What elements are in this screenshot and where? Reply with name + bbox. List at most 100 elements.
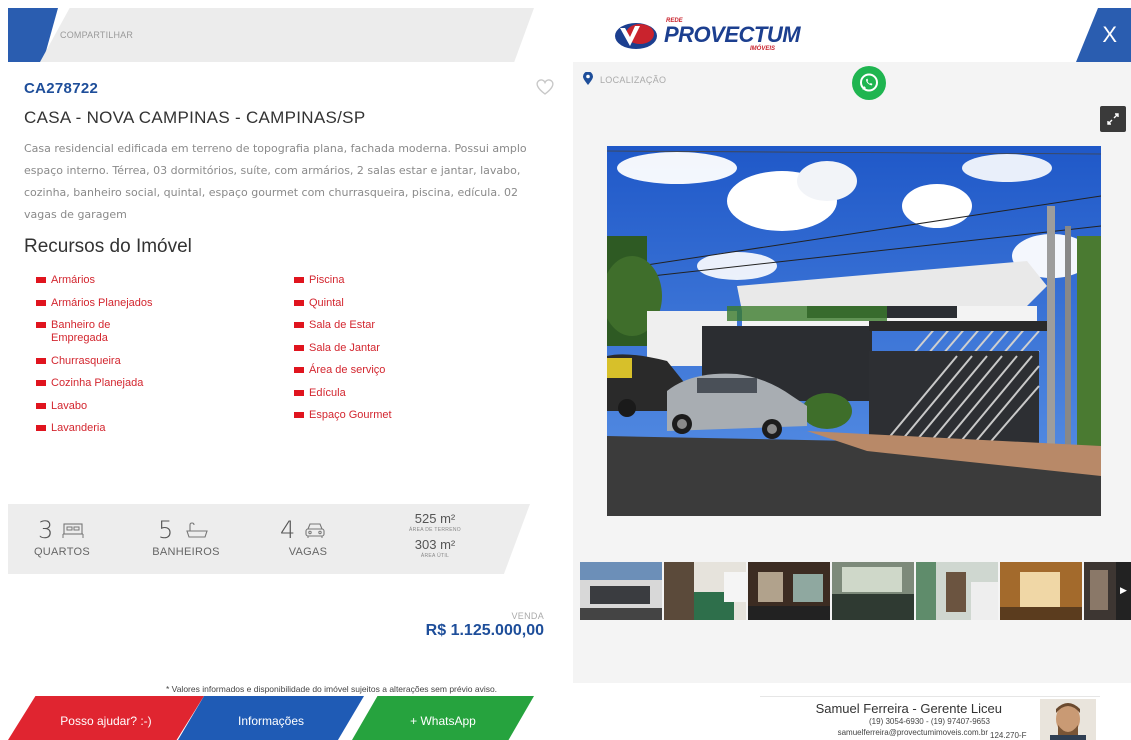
thumbnail-image — [832, 562, 914, 620]
info-button[interactable]: Informações — [178, 696, 364, 740]
bullet-icon — [36, 322, 46, 328]
features-column-2: Piscina Quintal Sala de Estar Sala de Ja… — [282, 274, 482, 432]
stat-vagas: 4 VAGAS — [278, 516, 338, 558]
agent-name: Samuel Ferreira - Gerente Liceu — [815, 701, 1002, 716]
banheiros-label: BANHEIROS — [152, 546, 220, 558]
thumbnail-image — [916, 562, 998, 620]
feature-item: Piscina — [282, 274, 482, 287]
price-type: VENDA — [511, 611, 544, 621]
stats-bar: 3 QUARTOS 5 BANHEIROS 4 VAGAS 525 m² ÁRE… — [8, 504, 530, 574]
features-column-1: Armários Armários Planejados Banheiro de… — [24, 274, 224, 445]
provectum-logo: REDE PROVECTUM IMÓVEIS — [614, 18, 801, 58]
features-title: Recursos do Imóvel — [24, 236, 192, 257]
property-code: CA278722 — [24, 80, 99, 97]
area-terreno-value: 525 m² — [414, 511, 456, 526]
agent-phones[interactable]: (19) 3054-6930 - (19) 97407-9653 — [790, 717, 990, 726]
thumbnail-image — [580, 562, 662, 620]
thumbnail-image — [664, 562, 746, 620]
thumbnail-next-button[interactable]: ▶ — [1116, 562, 1131, 620]
help-button-label[interactable]: Posso ajudar? :-) — [8, 714, 204, 728]
feature-item: Área de serviço — [282, 364, 482, 377]
expand-button[interactable] — [1100, 106, 1126, 132]
heart-icon[interactable] — [535, 78, 555, 96]
feature-item: Espaço Gourmet — [282, 409, 482, 422]
whatsapp-icon[interactable] — [852, 66, 886, 100]
bullet-icon — [294, 367, 304, 373]
bullet-icon — [36, 357, 46, 364]
feature-item: Sala de Jantar — [282, 342, 482, 355]
close-icon[interactable]: X — [1102, 22, 1117, 48]
area-terreno-label: ÁREA DE TERRENO — [409, 527, 461, 533]
feature-item: Lavanderia — [24, 422, 224, 435]
price-value: R$ 1.125.000,00 — [425, 622, 544, 639]
vagas-label: VAGAS — [288, 546, 328, 558]
agent-email[interactable]: samuelferreira@provectumimoveis.com.br — [760, 728, 988, 737]
expand-icon[interactable] — [1100, 106, 1126, 132]
help-button[interactable]: Posso ajudar? :-) — [8, 696, 204, 740]
logo-sub-text: IMÓVEIS — [750, 46, 776, 52]
feature-item: Cozinha Planejada — [24, 377, 224, 390]
logo-mark-icon — [615, 23, 657, 49]
feature-item: Banheiro de Empregada — [24, 319, 114, 345]
location-pin-icon[interactable] — [583, 72, 593, 86]
agent-creci: 124.270-F — [990, 731, 1027, 740]
bullet-icon — [36, 402, 46, 409]
thumbnail-image — [1000, 562, 1082, 620]
thumbnail-6[interactable] — [1000, 562, 1082, 620]
thumbnail-4[interactable] — [832, 562, 914, 620]
bathtub-icon — [186, 522, 208, 538]
bullet-icon — [36, 425, 46, 431]
area-util-value: 303 m² — [414, 537, 456, 552]
area-util-label: ÁREA ÚTIL — [420, 553, 450, 559]
bullet-icon — [294, 277, 304, 283]
bottom-action-bar: Posso ajudar? :-) Informações + WhatsApp… — [0, 696, 1131, 740]
location-tab[interactable]: LOCALIZAÇÃO — [600, 75, 666, 85]
property-description: Casa residencial edificada em terreno de… — [24, 142, 527, 221]
price-disclaimer: * Valores informados e disponibilidade d… — [166, 684, 498, 694]
close-button[interactable]: X — [1076, 8, 1131, 62]
thumbnail-3[interactable] — [748, 562, 830, 620]
logo-brand-text: PROVECTUM — [664, 22, 801, 47]
bullet-icon — [36, 299, 46, 306]
feature-item: Quintal — [282, 297, 482, 310]
quartos-label: QUARTOS — [33, 546, 91, 558]
bullet-icon — [294, 412, 304, 418]
thumbnail-2[interactable] — [664, 562, 746, 620]
chevron-right-icon[interactable]: ▶ — [1120, 585, 1127, 596]
thumbnail-image — [1084, 562, 1116, 620]
house-photo-image — [607, 146, 1101, 516]
car-icon — [305, 523, 325, 538]
stat-banheiros: 5 BANHEIROS — [146, 516, 226, 558]
bullet-icon — [294, 299, 304, 306]
bed-icon — [62, 523, 84, 538]
whatsapp-button-label[interactable]: + WhatsApp — [352, 714, 534, 728]
feature-item: Armários Planejados — [24, 297, 224, 310]
info-button-label[interactable]: Informações — [178, 714, 364, 728]
thumbnail-7[interactable] — [1084, 562, 1116, 620]
feature-item: Edícula — [282, 387, 482, 400]
share-button-label[interactable]: COMPARTILHAR — [60, 30, 133, 40]
avatar — [1040, 699, 1096, 740]
whatsapp-button[interactable] — [852, 66, 886, 100]
area-block: 525 m² ÁREA DE TERRENO 303 m² ÁREA ÚTIL — [402, 512, 468, 560]
bullet-icon — [36, 277, 46, 283]
thumbnail-image — [748, 562, 830, 620]
bullet-icon — [294, 389, 304, 396]
feature-item: Sala de Estar — [282, 319, 482, 332]
agent-card: Samuel Ferreira - Gerente Liceu (19) 305… — [760, 696, 1100, 740]
thumbnail-1[interactable] — [580, 562, 662, 620]
bullet-icon — [294, 344, 304, 351]
agent-avatar-image — [1040, 699, 1096, 740]
feature-item: Churrasqueira — [24, 355, 224, 368]
thumbnail-strip — [580, 562, 1131, 620]
property-photo[interactable] — [607, 146, 1101, 516]
feature-item: Armários — [24, 274, 224, 287]
stat-quartos: 3 QUARTOS — [32, 516, 92, 558]
whatsapp-contact-button[interactable]: + WhatsApp — [352, 696, 534, 740]
bullet-icon — [294, 322, 304, 328]
property-title: CASA - NOVA CAMPINAS - CAMPINAS/SP — [24, 108, 366, 127]
top-bar: COMPARTILHAR REDE PROVECTUM IMÓVEIS X — [0, 8, 1131, 62]
thumbnail-5[interactable] — [916, 562, 998, 620]
bullet-icon — [36, 380, 46, 386]
feature-item: Lavabo — [24, 400, 224, 413]
